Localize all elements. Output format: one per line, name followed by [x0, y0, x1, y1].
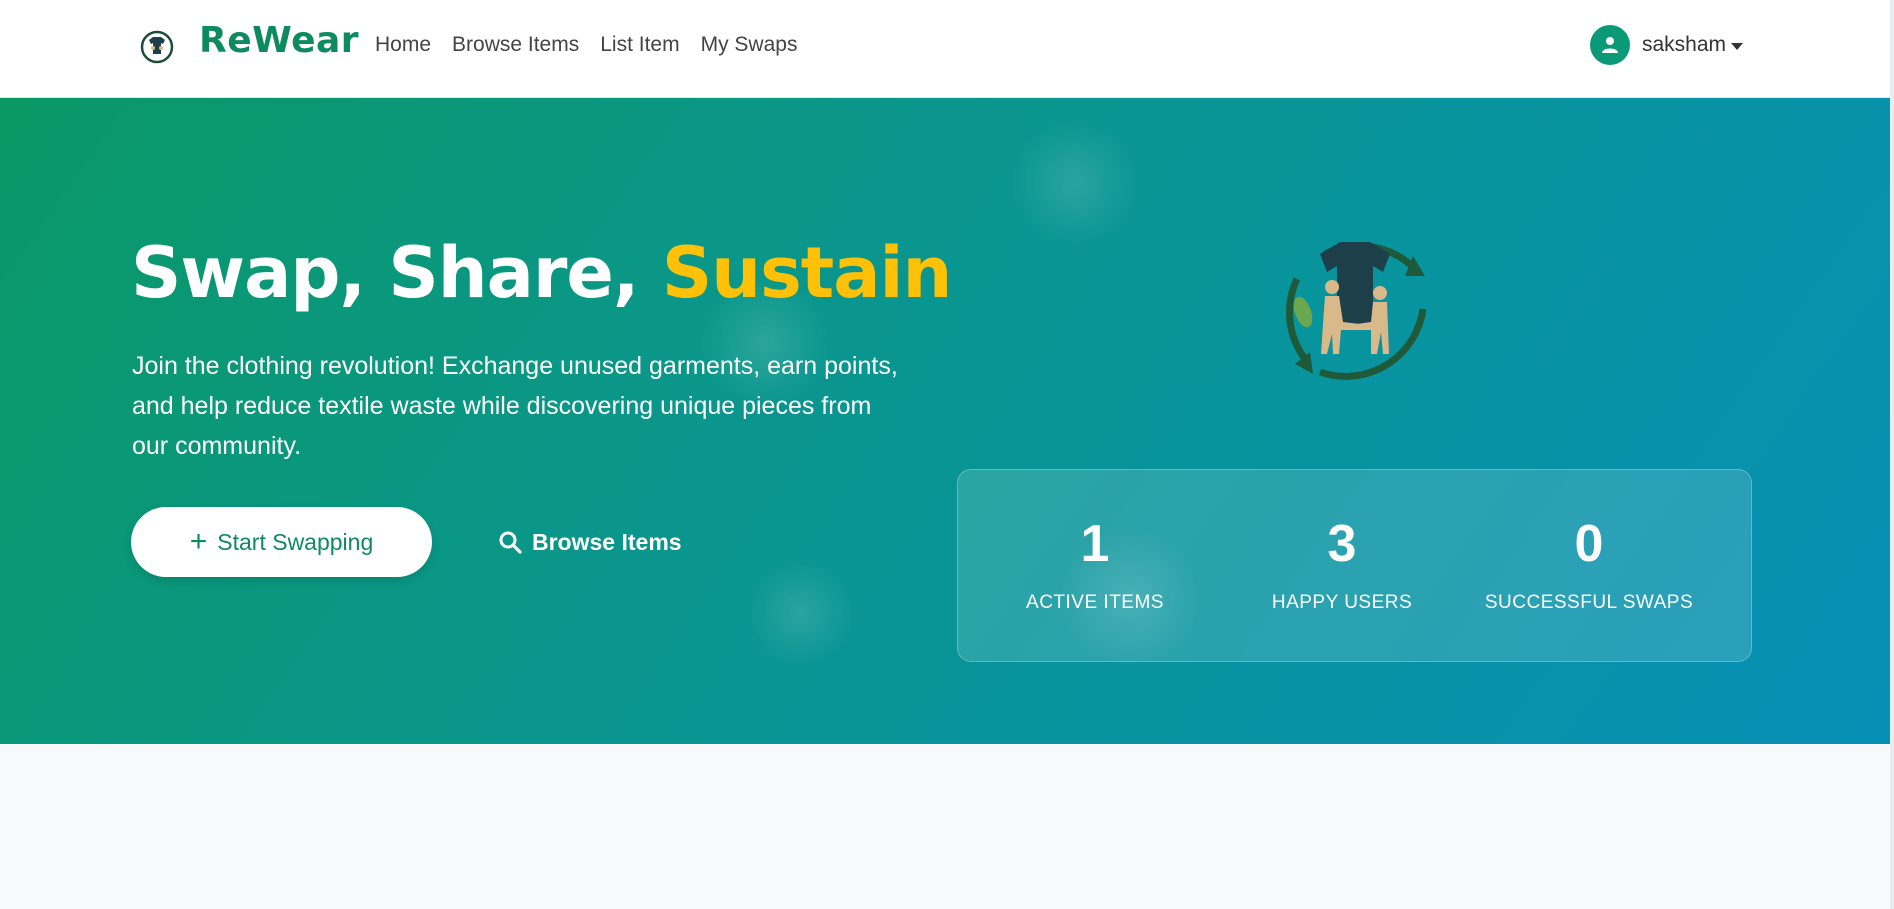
nav-link-home[interactable]: Home — [375, 33, 431, 57]
stats-card: 1 ACTIVE ITEMS 3 HAPPY USERS 0 SUCCESSFU… — [957, 469, 1752, 662]
clothing-swap-illustration-icon — [1265, 214, 1445, 394]
user-avatar-icon — [1590, 25, 1630, 65]
brand-name[interactable]: ReWear — [199, 20, 359, 61]
stat-value: 0 — [1574, 515, 1604, 573]
page-scrollbar[interactable] — [1890, 0, 1894, 909]
nav-link-list-item[interactable]: List Item — [600, 33, 679, 57]
hero-title-accent: Sustain — [661, 232, 952, 314]
start-swapping-button[interactable]: + Start Swapping — [131, 507, 432, 577]
nav-link-browse-items[interactable]: Browse Items — [452, 33, 579, 57]
decorative-blob — [1010, 118, 1140, 248]
stat-value: 3 — [1327, 515, 1357, 573]
stat-label: ACTIVE ITEMS — [1026, 592, 1164, 613]
plus-icon: + — [189, 525, 208, 558]
stat-successful-swaps: 0 SUCCESSFUL SWAPS — [1479, 518, 1699, 614]
hero-title-main: Swap, Share, — [131, 232, 662, 314]
browse-items-button[interactable]: Browse Items — [498, 521, 682, 563]
hero-section: Swap, Share, Sustain Join the clothing r… — [0, 98, 1894, 744]
stat-happy-users: 3 HAPPY USERS — [1232, 518, 1452, 614]
chevron-down-icon — [1731, 42, 1744, 50]
stat-label: SUCCESSFUL SWAPS — [1484, 592, 1694, 613]
username: saksham — [1642, 33, 1727, 56]
decorative-blob — [745, 558, 855, 668]
stat-value: 1 — [1080, 515, 1110, 573]
nav-link-my-swaps[interactable]: My Swaps — [701, 33, 798, 57]
hero-title: Swap, Share, Sustain — [131, 232, 952, 314]
browse-items-label: Browse Items — [532, 528, 682, 555]
navbar: ReWear Home Browse Items List Item My Sw… — [0, 0, 1894, 98]
user-menu-dropdown[interactable]: saksham — [1590, 25, 1744, 65]
hero-description: Join the clothing revolution! Exchange u… — [132, 352, 898, 460]
search-icon — [499, 531, 522, 554]
stat-label: HAPPY USERS — [1271, 592, 1413, 613]
nav-links: Home Browse Items List Item My Swaps — [375, 33, 818, 57]
start-swapping-label: Start Swapping — [217, 528, 374, 555]
brand-logo-icon[interactable] — [138, 28, 176, 66]
stat-active-items: 1 ACTIVE ITEMS — [985, 518, 1205, 614]
